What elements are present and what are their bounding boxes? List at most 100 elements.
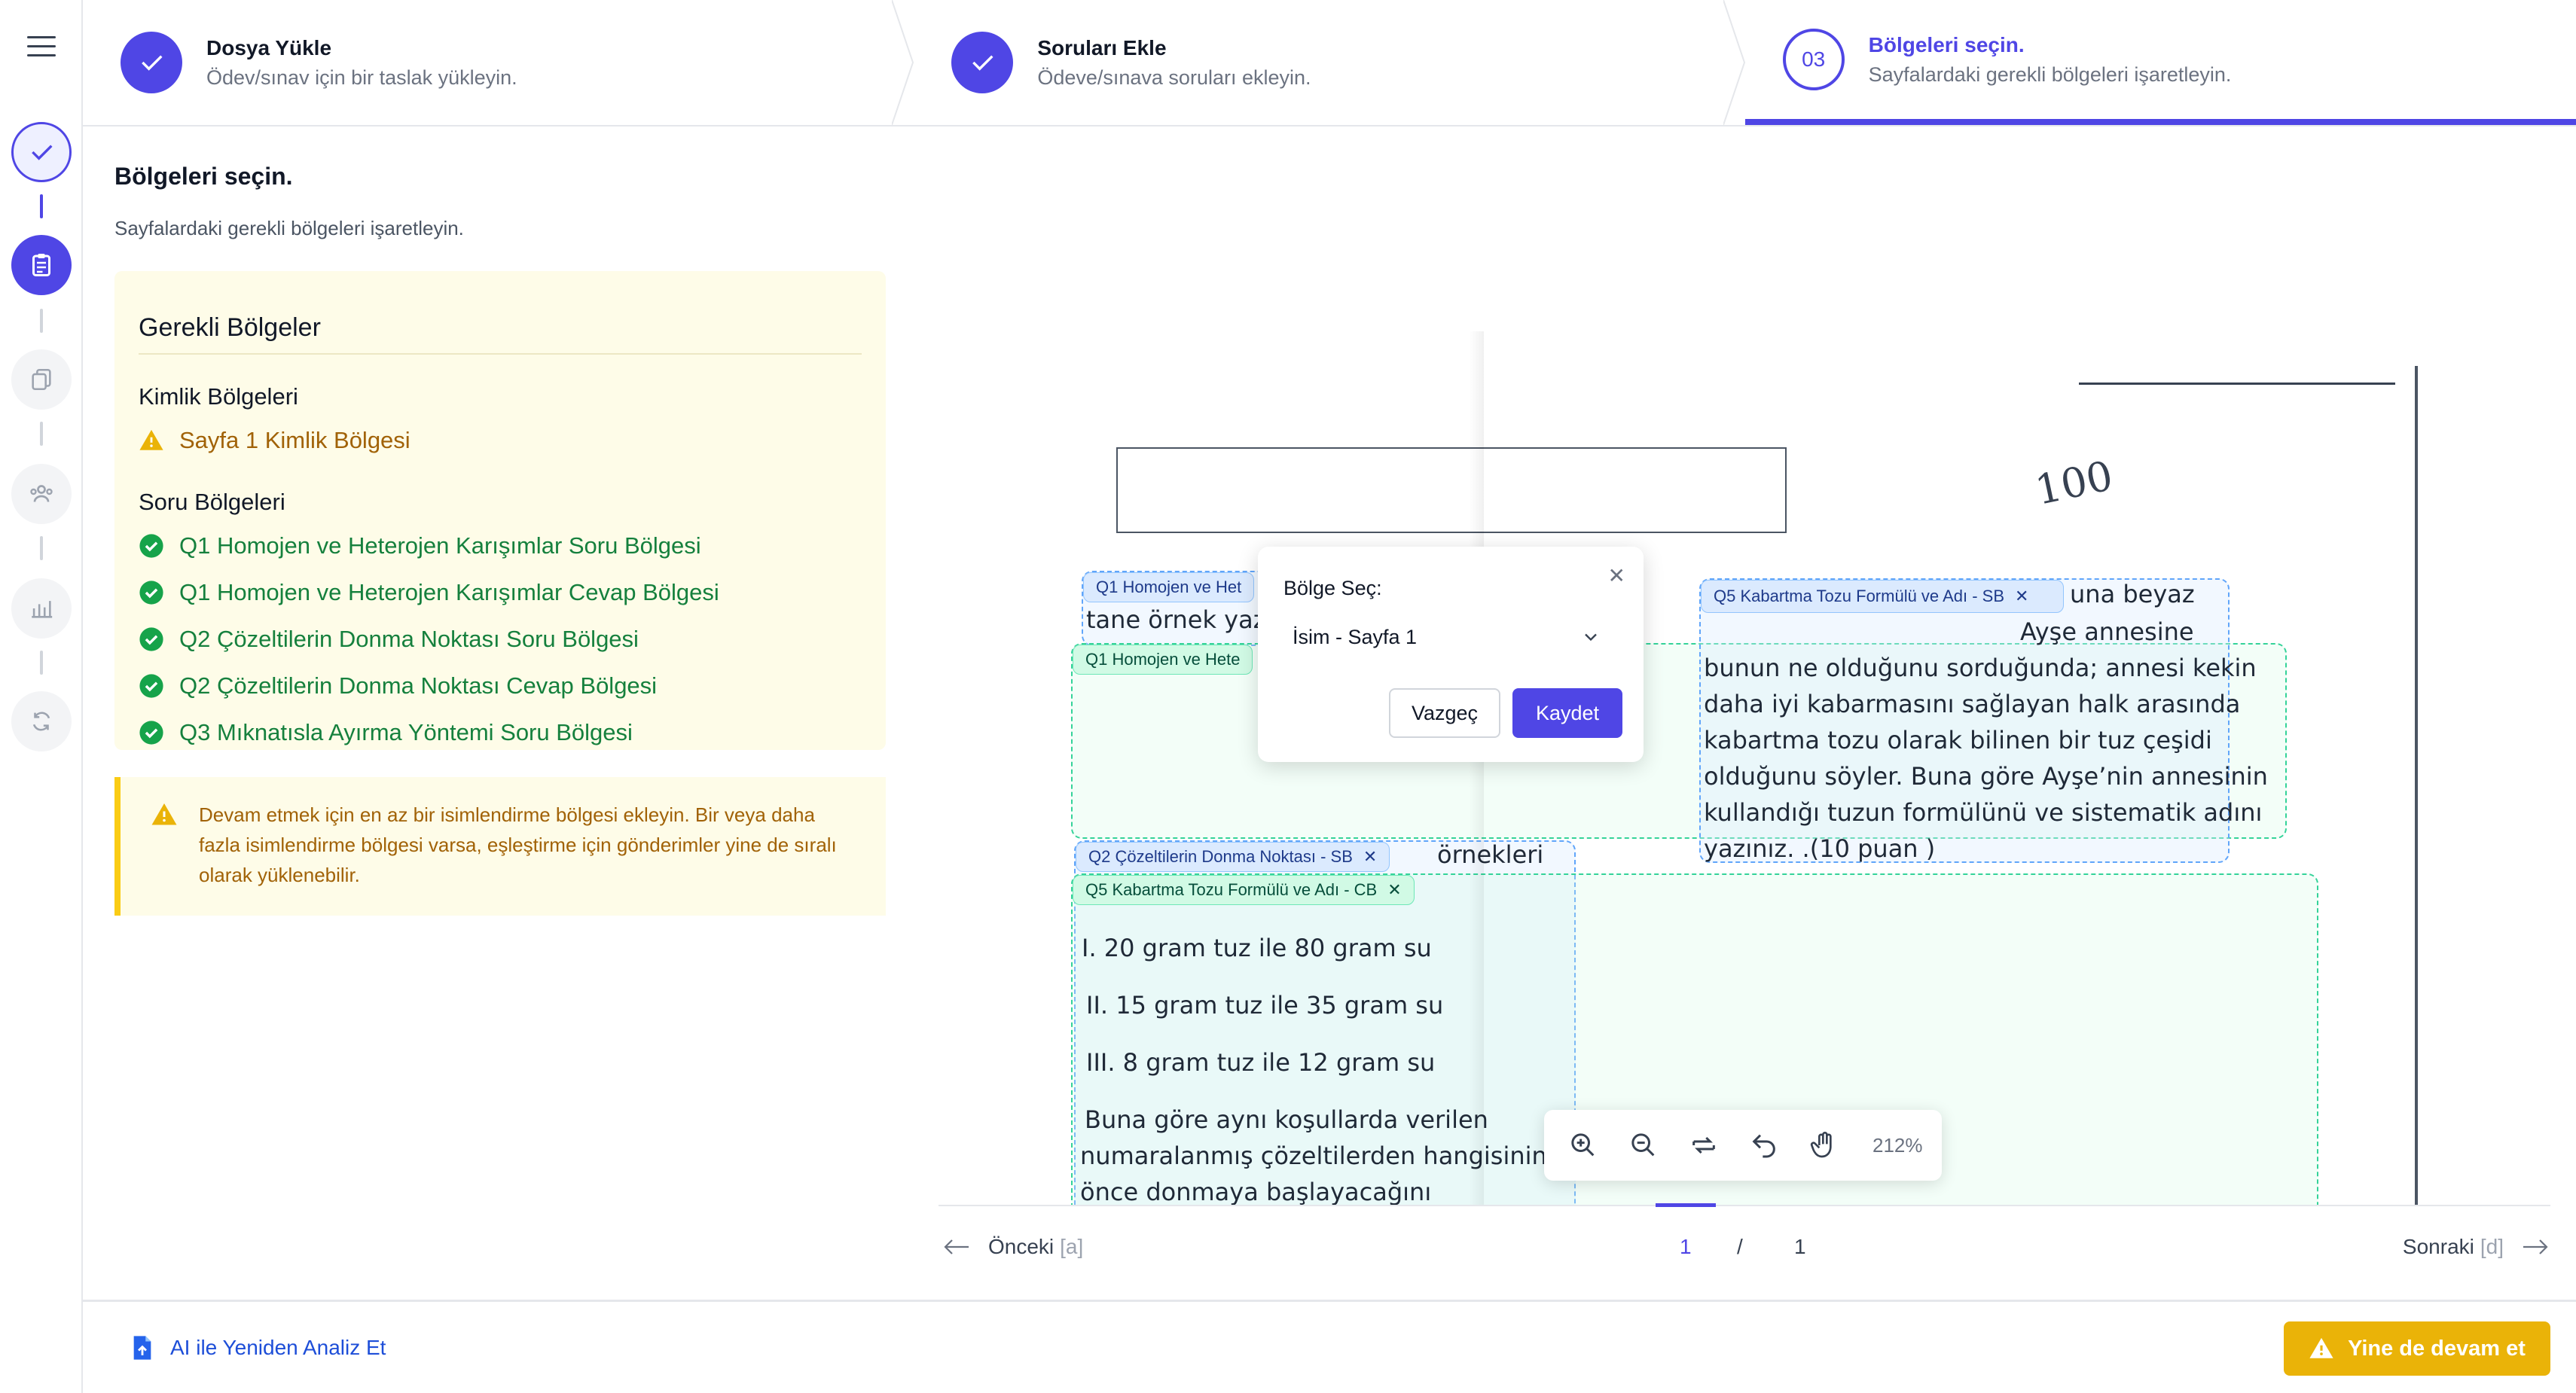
step-upload[interactable]: Dosya Yükle Ödev/sınav için bir taslak y…: [83, 0, 914, 125]
hand-icon[interactable]: [1805, 1126, 1844, 1165]
select-value: İsim - Sayfa 1: [1293, 625, 1418, 648]
prev-button[interactable]: Önceki [a]: [942, 1235, 1083, 1259]
rail-step-stats[interactable]: [11, 578, 72, 639]
rail-connector: [40, 194, 43, 218]
doc-line: II. 15 gram tuz ile 35 gram su: [1086, 991, 1444, 1020]
region-item[interactable]: Q3 Mıknatısla Ayırma Yöntemi Soru Bölges…: [139, 719, 862, 746]
continue-label: Yine de devam et: [2348, 1336, 2526, 1361]
region-select[interactable]: İsim - Sayfa 1: [1283, 616, 1615, 658]
region-item[interactable]: Q1 Homojen ve Heterojen Karışımlar Cevap…: [139, 579, 862, 606]
doc-line: örnekleri: [1437, 840, 1544, 869]
scan-border: [2415, 366, 2418, 1205]
zoom-in-icon[interactable]: [1564, 1126, 1603, 1165]
step-questions[interactable]: Soruları Ekle Ödeve/sınava soruları ekle…: [914, 0, 1745, 125]
step-separator: [1723, 0, 1745, 125]
ai-link-label: AI ile Yeniden Analiz Et: [170, 1336, 386, 1359]
rail-step-sync[interactable]: [11, 691, 72, 751]
region-select-popup: Bölge Seç: ✕ İsim - Sayfa 1 Vazgeç Kayde…: [1258, 547, 1644, 762]
page-current[interactable]: 1: [1680, 1235, 1692, 1259]
ai-reanalyze-link[interactable]: AI ile Yeniden Analiz Et: [130, 1334, 386, 1362]
region-tag-q5-cb[interactable]: Q5 Kabartma Tozu Formülü ve Adı - CB ✕: [1073, 875, 1415, 905]
region-label: Q3 Mıknatısla Ayırma Yöntemi Soru Bölges…: [179, 719, 633, 745]
popup-label: Bölge Seç:: [1283, 577, 1382, 599]
copy-icon: [32, 368, 51, 391]
refresh-icon: [32, 712, 50, 731]
warning-icon: [139, 429, 163, 450]
step-desc: Ödeve/sınava soruları ekleyin.: [1037, 66, 1311, 89]
region-tag-q2-sb[interactable]: Q2 Çözeltilerin Donma Noktası - SB ✕: [1076, 842, 1390, 872]
check-icon: [142, 55, 163, 71]
doc-line: una beyaz: [2070, 580, 2195, 608]
page-title: Bölgeleri seçin.: [114, 163, 293, 190]
region-item[interactable]: Q2 Çözeltilerin Donma Noktası Cevap Bölg…: [139, 672, 862, 700]
close-icon[interactable]: ✕: [2015, 585, 2028, 608]
zoom-out-icon[interactable]: [1624, 1126, 1663, 1165]
page-sep: /: [1737, 1235, 1743, 1258]
region-item-identity[interactable]: Sayfa 1 Kimlik Bölgesi: [139, 427, 862, 454]
warning-icon: [151, 803, 177, 825]
rail-connector: [40, 309, 43, 333]
document-viewer[interactable]: 100 tane örnek yazı una beyaz Ayşe annes…: [939, 331, 2468, 1205]
close-icon[interactable]: ✕: [1387, 880, 1401, 900]
arrow-left-icon: [944, 1239, 969, 1254]
page-indicator: [1656, 1203, 1716, 1207]
warning-notice: Devam etmek için en az bir isimlendirme …: [114, 777, 886, 916]
zoom-level: 212%: [1872, 1133, 1923, 1157]
undo-icon[interactable]: [1744, 1126, 1784, 1165]
rail-connector: [40, 536, 43, 560]
step-title: Soruları Ekle: [1037, 35, 1167, 59]
continue-anyway-button[interactable]: Yine de devam et: [2284, 1321, 2550, 1376]
doc-line: olduğunu söyler. Buna göre Ayşe’nin anne…: [1704, 762, 2268, 791]
region-label: Q2 Çözeltilerin Donma Noktası Soru Bölge…: [179, 626, 639, 652]
region-tag-q1-cb[interactable]: Q1 Homojen ve Hete: [1073, 645, 1253, 675]
doc-line: kullandığı tuzun formülünü ve sistematik…: [1704, 798, 2263, 827]
check-circle-icon: [139, 581, 163, 605]
doc-line: daha iyi kabarmasını sağlayan halk arası…: [1704, 690, 2241, 718]
region-label: Sayfa 1 Kimlik Bölgesi: [179, 427, 411, 453]
name-box[interactable]: [1116, 447, 1787, 533]
bar-chart-icon: [32, 601, 53, 618]
rail-step-done[interactable]: [11, 122, 72, 182]
notice-text: Devam etmek için en az bir isimlendirme …: [199, 803, 837, 886]
doc-line: III. 8 gram tuz ile 12 gram su: [1086, 1048, 1436, 1077]
rail-step-questions[interactable]: [11, 235, 72, 295]
region-tag-q5-sb[interactable]: Q5 Kabartma Tozu Formülü ve Adı - SB ✕: [1701, 580, 2064, 613]
check-circle-icon: [139, 534, 163, 558]
step-title: Bölgeleri seçin.: [1868, 32, 2025, 56]
question-heading: Soru Bölgeleri: [139, 489, 285, 515]
identity-heading: Kimlik Bölgeleri: [139, 383, 298, 410]
page-subtitle: Sayfalardaki gerekli bölgeleri işaretley…: [114, 217, 464, 239]
users-icon: [30, 485, 53, 502]
doc-line: yazınız. .(10 puan ): [1704, 834, 1936, 863]
step-done-badge: [121, 32, 182, 93]
menu-icon[interactable]: [27, 36, 56, 57]
save-button[interactable]: Kaydet: [1512, 688, 1622, 738]
tag-label: Q2 Çözeltilerin Donma Noktası - SB: [1088, 847, 1353, 866]
doc-line: kabartma tozu olarak bilinen bir tuz çeş…: [1704, 726, 2212, 754]
doc-line: numaralanmış çözeltilerden hangisinin da: [1080, 1142, 1585, 1170]
chevron-down-icon: [1585, 633, 1597, 642]
doc-line: Ayşe annesine: [2020, 617, 2194, 646]
scan-line: [2079, 383, 2395, 385]
region-item[interactable]: Q2 Çözeltilerin Donma Noktası Soru Bölge…: [139, 626, 862, 653]
next-button[interactable]: Sonraki [d]: [2403, 1235, 2550, 1259]
close-icon[interactable]: ✕: [1608, 563, 1625, 588]
warning-icon: [2309, 1337, 2333, 1358]
region-label: Q2 Çözeltilerin Donma Noktası Cevap Bölg…: [179, 672, 658, 699]
rotate-icon[interactable]: [1684, 1126, 1723, 1165]
region-tag-q1-sb[interactable]: Q1 Homojen ve Het: [1083, 572, 1255, 602]
page-total: 1: [1794, 1235, 1806, 1258]
next-hint: [d]: [2480, 1235, 2504, 1258]
doc-line: tane örnek yazı: [1086, 605, 1273, 634]
left-rail: [0, 0, 83, 1393]
region-item[interactable]: Q1 Homojen ve Heterojen Karışımlar Soru …: [139, 532, 862, 559]
rail-step-students[interactable]: [11, 464, 72, 524]
rail-connector: [40, 422, 43, 446]
cancel-button[interactable]: Vazgeç: [1389, 688, 1500, 738]
check-circle-icon: [139, 674, 163, 698]
step-regions[interactable]: 03 Bölgeleri seçin. Sayfalardaki gerekli…: [1744, 0, 2576, 125]
close-icon[interactable]: ✕: [1363, 847, 1377, 867]
score-handwriting: 100: [2031, 451, 2117, 515]
rail-step-pages[interactable]: [11, 349, 72, 410]
file-upload-icon: [133, 1336, 151, 1360]
